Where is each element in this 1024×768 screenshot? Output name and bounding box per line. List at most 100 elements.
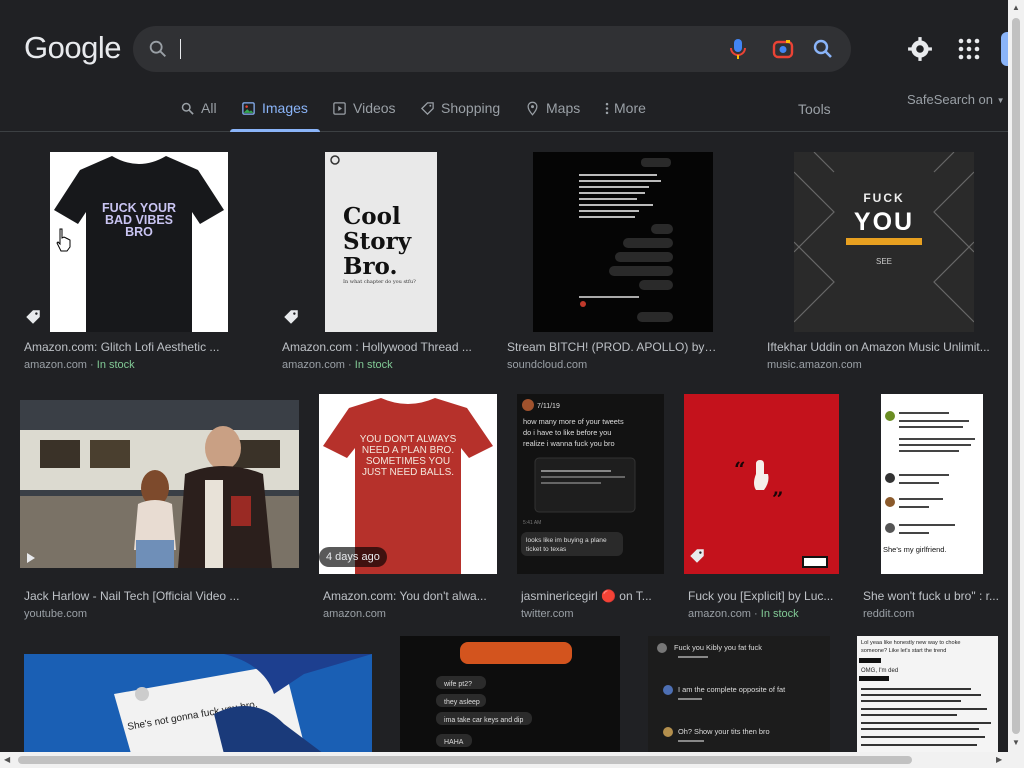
shirt-text-line: BRO bbox=[125, 225, 153, 239]
image-result[interactable]: wife pt2? they asleep ima take car keys … bbox=[400, 636, 620, 753]
tab-more[interactable]: More bbox=[603, 92, 646, 132]
album-cover-image: FUCK YOU SEE bbox=[794, 152, 974, 332]
result-source: amazon.com · In stock bbox=[24, 359, 135, 371]
result-title[interactable]: jasminericegirl 🔴 on T... bbox=[521, 589, 663, 603]
profile-button[interactable] bbox=[1001, 32, 1008, 66]
google-logo[interactable]: Google bbox=[24, 30, 121, 66]
result-thumbnail[interactable]: Fuck you Kibly you fat fuck I am the com… bbox=[648, 636, 830, 753]
tshirt-image: FUCK YOUR BAD VIBES BRO bbox=[54, 156, 224, 332]
search-button-icon[interactable] bbox=[811, 37, 835, 61]
result-thumbnail[interactable] bbox=[20, 400, 299, 568]
text-caret bbox=[180, 39, 181, 59]
source-domain: twitter.com bbox=[521, 608, 574, 620]
image-result[interactable]: She's not gonna fuck you bro. bbox=[24, 654, 372, 753]
image-result[interactable]: Cool Story Bro. In what chapter do you s… bbox=[282, 152, 492, 372]
chat-text: ima take car keys and dip bbox=[444, 717, 523, 724]
result-source: amazon.com · In stock bbox=[282, 359, 393, 371]
map-pin-icon bbox=[527, 101, 538, 116]
image-result[interactable]: FUCK YOU SEE Iftekhar Uddin on Amazon Mu… bbox=[767, 152, 1007, 372]
source-domain: reddit.com bbox=[863, 608, 915, 620]
tools-button[interactable]: Tools bbox=[798, 101, 831, 117]
chat-screenshot-image bbox=[533, 152, 713, 332]
svg-text:“: “ bbox=[734, 457, 746, 481]
image-result[interactable]: FUCK YOUR BAD VIBES BRO Amazon.com: Glit… bbox=[24, 152, 254, 372]
cover-text: SEE bbox=[876, 257, 892, 266]
svg-text:7/11/19: 7/11/19 bbox=[537, 403, 560, 410]
safesearch-label: SafeSearch on bbox=[907, 92, 994, 107]
tab-shopping[interactable]: Shopping bbox=[420, 92, 500, 132]
image-result[interactable]: Lol yeaa like honestly new way to choke … bbox=[857, 636, 998, 753]
image-result[interactable]: Jack Harlow - Nail Tech [Official Video … bbox=[20, 400, 302, 620]
result-thumbnail[interactable]: FUCK YOU SEE bbox=[794, 152, 974, 332]
result-source: reddit.com bbox=[863, 608, 914, 620]
result-thumbnail[interactable]: “ ” bbox=[684, 394, 839, 574]
result-thumbnail[interactable]: She's not gonna fuck you bro. bbox=[24, 654, 372, 753]
image-result[interactable]: 7/11/19 how many more of your tweets do … bbox=[517, 394, 677, 620]
scroll-down-arrow-icon[interactable]: ▼ bbox=[1012, 738, 1020, 747]
result-thumbnail[interactable]: Cool Story Bro. In what chapter do you s… bbox=[325, 152, 437, 332]
comment-text: I am the complete opposite of fat bbox=[678, 685, 785, 694]
result-title[interactable]: Iftekhar Uddin on Amazon Music Unlimit..… bbox=[767, 340, 999, 354]
result-thumbnail[interactable]: Lol yeaa like honestly new way to choke … bbox=[857, 636, 998, 753]
scrollbar-thumb[interactable] bbox=[18, 756, 912, 764]
search-input[interactable] bbox=[179, 34, 719, 64]
shopping-tag-icon bbox=[284, 310, 298, 324]
image-result[interactable]: Fuck you Kibly you fat fuck I am the com… bbox=[648, 636, 830, 753]
result-thumbnail[interactable] bbox=[533, 152, 713, 332]
video-still-image bbox=[20, 400, 299, 568]
source-domain: soundcloud.com bbox=[507, 359, 588, 371]
towel-image: Cool Story Bro. In what chapter do you s… bbox=[325, 152, 437, 332]
tab-images[interactable]: Images bbox=[230, 92, 320, 132]
result-title[interactable]: Amazon.com: Glitch Lofi Aesthetic ... bbox=[24, 340, 234, 354]
chat-screenshot-image: wife pt2? they asleep ima take car keys … bbox=[400, 636, 620, 753]
cover-text: YOU bbox=[854, 208, 914, 236]
chat-text: Lol yeaa like honestly new way to choke bbox=[861, 640, 961, 646]
image-result[interactable]: Stream BITCH! (PROD. APOLLO) by ... soun… bbox=[507, 152, 747, 372]
photo-image: She's not gonna fuck you bro. bbox=[24, 654, 372, 753]
scrollbar-thumb[interactable] bbox=[1012, 18, 1020, 734]
scroll-right-arrow-icon[interactable]: ▶ bbox=[996, 755, 1002, 764]
towel-text: Bro. bbox=[343, 253, 398, 280]
safesearch-toggle[interactable]: SafeSearch on ▼ bbox=[907, 92, 1005, 107]
album-cover-image: “ ” bbox=[684, 394, 839, 574]
result-thumbnail[interactable]: 7/11/19 how many more of your tweets do … bbox=[517, 394, 664, 574]
gear-icon[interactable] bbox=[907, 36, 933, 62]
apps-grid-icon[interactable] bbox=[957, 37, 981, 61]
source-domain: amazon.com bbox=[24, 359, 87, 371]
result-title[interactable]: Fuck you [Explicit] by Luc... bbox=[688, 589, 838, 603]
vertical-scrollbar[interactable]: ▲ ▼ bbox=[1008, 0, 1024, 752]
result-title[interactable]: Jack Harlow - Nail Tech [Official Video … bbox=[24, 589, 282, 603]
horizontal-scrollbar[interactable]: ◀ ▶ bbox=[0, 752, 1024, 768]
tab-maps[interactable]: Maps bbox=[525, 92, 580, 132]
result-title[interactable]: Amazon.com : Hollywood Thread ... bbox=[282, 340, 482, 354]
tab-videos[interactable]: Videos bbox=[332, 92, 396, 132]
result-source: music.amazon.com bbox=[767, 359, 862, 371]
tab-label: Images bbox=[262, 100, 308, 116]
image-result[interactable]: “ ” Fuck you [Explicit] by Luc... amazon… bbox=[684, 394, 849, 620]
result-thumbnail[interactable]: She's my girlfriend. bbox=[881, 394, 983, 574]
stock-status: In stock bbox=[354, 359, 393, 371]
shirt-text-line: JUST NEED BALLS. bbox=[362, 467, 454, 478]
result-thumbnail[interactable]: FUCK YOUR BAD VIBES BRO bbox=[50, 152, 228, 332]
chat-text: they asleep bbox=[444, 699, 480, 706]
chat-text: HAHA bbox=[444, 739, 464, 746]
stock-status: In stock bbox=[96, 359, 135, 371]
image-result[interactable]: YOU DON'T ALWAYS NEED A PLAN BRO. SOMETI… bbox=[319, 394, 504, 620]
scroll-up-arrow-icon[interactable]: ▲ bbox=[1012, 3, 1020, 12]
result-title[interactable]: Stream BITCH! (PROD. APOLLO) by ... bbox=[507, 340, 717, 354]
source-domain: music.amazon.com bbox=[767, 359, 862, 371]
tweet-text: looks like im buying a plane bbox=[526, 537, 607, 544]
image-icon bbox=[242, 102, 255, 115]
camera-search-icon[interactable] bbox=[771, 37, 795, 61]
source-domain: amazon.com bbox=[323, 608, 386, 620]
result-title[interactable]: Amazon.com: You don't alwa... bbox=[323, 589, 495, 603]
svg-text:”: ” bbox=[772, 487, 784, 511]
result-title[interactable]: She won't fuck u bro" : r... bbox=[863, 589, 1001, 603]
microphone-icon[interactable] bbox=[728, 37, 748, 61]
tab-all[interactable]: All bbox=[180, 92, 217, 132]
image-result[interactable]: She's my girlfriend. She won't fuck u br… bbox=[863, 394, 1008, 620]
tweet-text: how many more of your tweets bbox=[523, 417, 624, 426]
scroll-left-arrow-icon[interactable]: ◀ bbox=[4, 755, 10, 764]
result-source: twitter.com bbox=[521, 608, 574, 620]
result-thumbnail[interactable]: wife pt2? they asleep ima take car keys … bbox=[400, 636, 620, 753]
